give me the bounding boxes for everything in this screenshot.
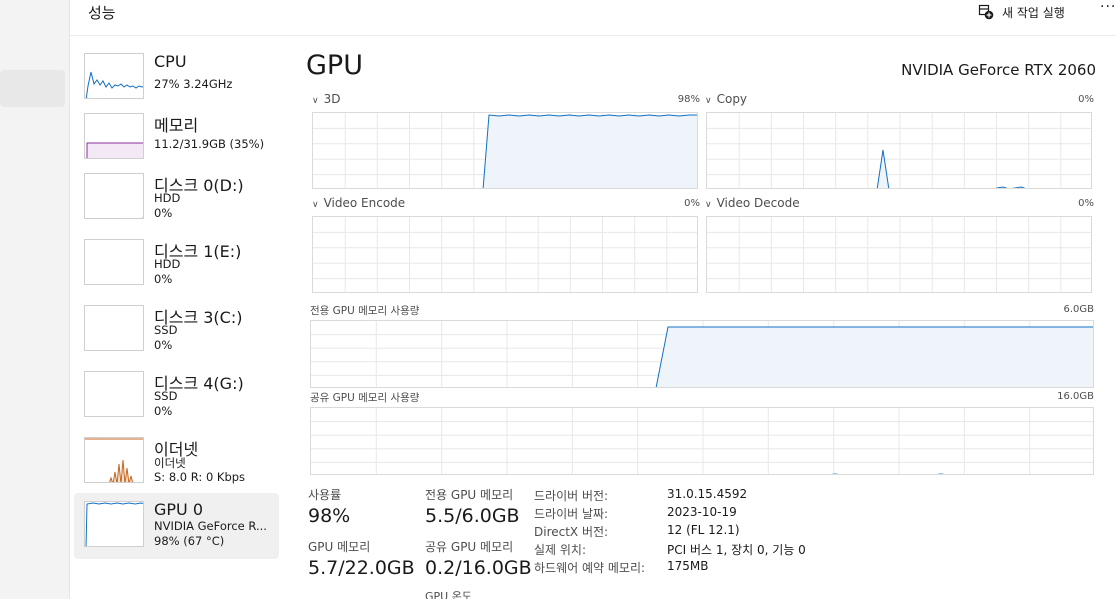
directx-version-value: 12 (FL 12.1) bbox=[667, 523, 740, 537]
sidebar-item-detail: 0% bbox=[154, 404, 173, 418]
engine-selector-copy[interactable]: ∨ Copy bbox=[705, 92, 747, 106]
driver-date-value: 2023-10-19 bbox=[667, 505, 737, 519]
driver-date-label: 드라이버 날짜: bbox=[534, 507, 609, 521]
sidebar-item-cpu[interactable]: CPU 27% 3.24GHz bbox=[74, 45, 279, 111]
directx-version-label: DirectX 버전: bbox=[534, 525, 609, 539]
sidebar-item-type: HDD bbox=[154, 191, 181, 205]
engine-selector-video-encode[interactable]: ∨ Video Encode bbox=[312, 196, 405, 210]
sidebar-item-detail: 98% (67 °C) bbox=[154, 534, 225, 548]
sidebar-item-gpu-0[interactable]: GPU 0 NVIDIA GeForce R... 98% (67 °C) bbox=[74, 493, 279, 559]
disk-thumbnail-graph bbox=[84, 371, 144, 417]
shared-memory-graph bbox=[310, 407, 1094, 475]
gpu-memory-value: 5.7/22.0GB bbox=[308, 557, 415, 579]
sidebar-item-type: HDD bbox=[154, 257, 181, 271]
engine-graph-video-encode bbox=[312, 216, 698, 293]
dedicated-memory-label: 전용 GPU 메모리 bbox=[425, 488, 514, 502]
shared-memory-graph-max: 16.0GB bbox=[1057, 391, 1094, 402]
physical-location-value: PCI 버스 1, 장치 0, 기능 0 bbox=[667, 543, 806, 557]
page-title: 성능 bbox=[88, 4, 116, 22]
engine-label: Copy bbox=[716, 92, 748, 106]
dedicated-memory-graph bbox=[310, 320, 1094, 388]
sidebar-item-disk-3[interactable]: 디스크 3(C:) SSD 0% bbox=[74, 297, 279, 363]
engine-graph-copy bbox=[706, 112, 1092, 189]
driver-version-value: 31.0.15.4592 bbox=[667, 487, 748, 501]
sidebar-item-disk-4[interactable]: 디스크 4(G:) SSD 0% bbox=[74, 363, 279, 429]
sidebar-item-disk-1[interactable]: 디스크 1(E:) HDD 0% bbox=[74, 231, 279, 297]
nav-item-performance[interactable] bbox=[0, 70, 65, 107]
cpu-thumbnail-graph bbox=[84, 53, 144, 99]
engine-graph-video-decode bbox=[706, 216, 1092, 293]
chevron-down-icon: ∨ bbox=[705, 200, 712, 210]
driver-version-label: 드라이버 버전: bbox=[534, 489, 609, 503]
sidebar-item-detail: 0% bbox=[154, 338, 173, 352]
engine-percent: 0% bbox=[1078, 94, 1094, 105]
sidebar-item-type: SSD bbox=[154, 323, 178, 337]
resource-sidebar: CPU 27% 3.24GHz 메모리 11.2/31.9GB (35%) 디스… bbox=[70, 36, 282, 599]
engine-selector-video-decode[interactable]: ∨ Video Decode bbox=[705, 196, 800, 210]
navigation-strip bbox=[0, 0, 70, 599]
sidebar-item-disk-0[interactable]: 디스크 0(D:) HDD 0% bbox=[74, 165, 279, 231]
shared-memory-graph-label: 공유 GPU 메모리 사용량 bbox=[310, 392, 420, 404]
gpu-model-name: NVIDIA GeForce RTX 2060 bbox=[901, 61, 1096, 79]
chevron-down-icon: ∨ bbox=[312, 200, 319, 210]
hardware-reserved-memory-label: 하드웨어 예약 메모리: bbox=[534, 561, 646, 575]
engine-label: Video Decode bbox=[716, 196, 800, 210]
dedicated-memory-graph-label: 전용 GPU 메모리 사용량 bbox=[310, 305, 420, 317]
engine-selector-3d[interactable]: ∨ 3D bbox=[312, 92, 340, 106]
sidebar-item-memory[interactable]: 메모리 11.2/31.9GB (35%) bbox=[74, 105, 279, 171]
new-task-label: 새 작업 실행 bbox=[1002, 5, 1065, 20]
sidebar-item-detail: 0% bbox=[154, 272, 173, 286]
gpu-thumbnail-graph bbox=[84, 501, 144, 547]
sidebar-item-adapter: NVIDIA GeForce R... bbox=[154, 519, 267, 533]
chevron-down-icon: ∨ bbox=[312, 96, 319, 106]
sidebar-item-type: SSD bbox=[154, 389, 178, 403]
engine-percent: 98% bbox=[677, 94, 700, 105]
gpu-detail-panel: GPU NVIDIA GeForce RTX 2060 ∨ 3D 98% ∨ Cop… bbox=[300, 36, 1116, 599]
utilization-label: 사용률 bbox=[308, 488, 342, 502]
engine-label: 3D bbox=[323, 92, 341, 106]
new-task-button[interactable]: 새 작업 실행 bbox=[978, 2, 1065, 22]
engine-graph-3d bbox=[312, 112, 698, 189]
new-task-icon bbox=[978, 4, 994, 20]
engine-percent: 0% bbox=[684, 198, 700, 209]
engine-percent: 0% bbox=[1078, 198, 1094, 209]
physical-location-label: 실제 위치: bbox=[534, 543, 587, 557]
sidebar-item-detail: 0% bbox=[154, 206, 173, 220]
sidebar-item-name: GPU 0 bbox=[154, 500, 204, 519]
gpu-temperature-label: GPU 온도 bbox=[425, 590, 472, 599]
memory-thumbnail-graph bbox=[84, 113, 144, 159]
ethernet-thumbnail-graph bbox=[84, 437, 144, 483]
sidebar-item-detail: S: 8.0 R: 0 Kbps bbox=[154, 470, 246, 484]
gpu-memory-label: GPU 메모리 bbox=[308, 540, 371, 554]
engine-label: Video Encode bbox=[323, 196, 406, 210]
utilization-value: 98% bbox=[308, 505, 351, 527]
disk-thumbnail-graph bbox=[84, 173, 144, 219]
disk-thumbnail-graph bbox=[84, 239, 144, 285]
top-bar: 성능 새 작업 실행 ··· bbox=[70, 0, 1116, 36]
disk-thumbnail-graph bbox=[84, 305, 144, 351]
shared-memory-label: 공유 GPU 메모리 bbox=[425, 540, 514, 554]
dedicated-memory-value: 5.5/6.0GB bbox=[425, 505, 520, 527]
page-heading: GPU bbox=[306, 50, 363, 81]
more-options-button[interactable]: ··· bbox=[1100, 0, 1116, 15]
sidebar-item-name: CPU bbox=[154, 52, 187, 71]
sidebar-item-adapter: 이더넷 bbox=[154, 456, 186, 470]
dedicated-memory-graph-max: 6.0GB bbox=[1063, 304, 1094, 315]
shared-memory-value: 0.2/16.0GB bbox=[425, 557, 532, 579]
chevron-down-icon: ∨ bbox=[705, 96, 712, 106]
hardware-reserved-memory-value: 175MB bbox=[667, 559, 709, 573]
sidebar-item-name: 메모리 bbox=[154, 116, 199, 135]
sidebar-item-ethernet[interactable]: 이더넷 이더넷 S: 8.0 R: 0 Kbps bbox=[74, 429, 279, 495]
sidebar-item-detail: 27% 3.24GHz bbox=[154, 77, 233, 91]
sidebar-item-detail: 11.2/31.9GB (35%) bbox=[154, 137, 265, 151]
